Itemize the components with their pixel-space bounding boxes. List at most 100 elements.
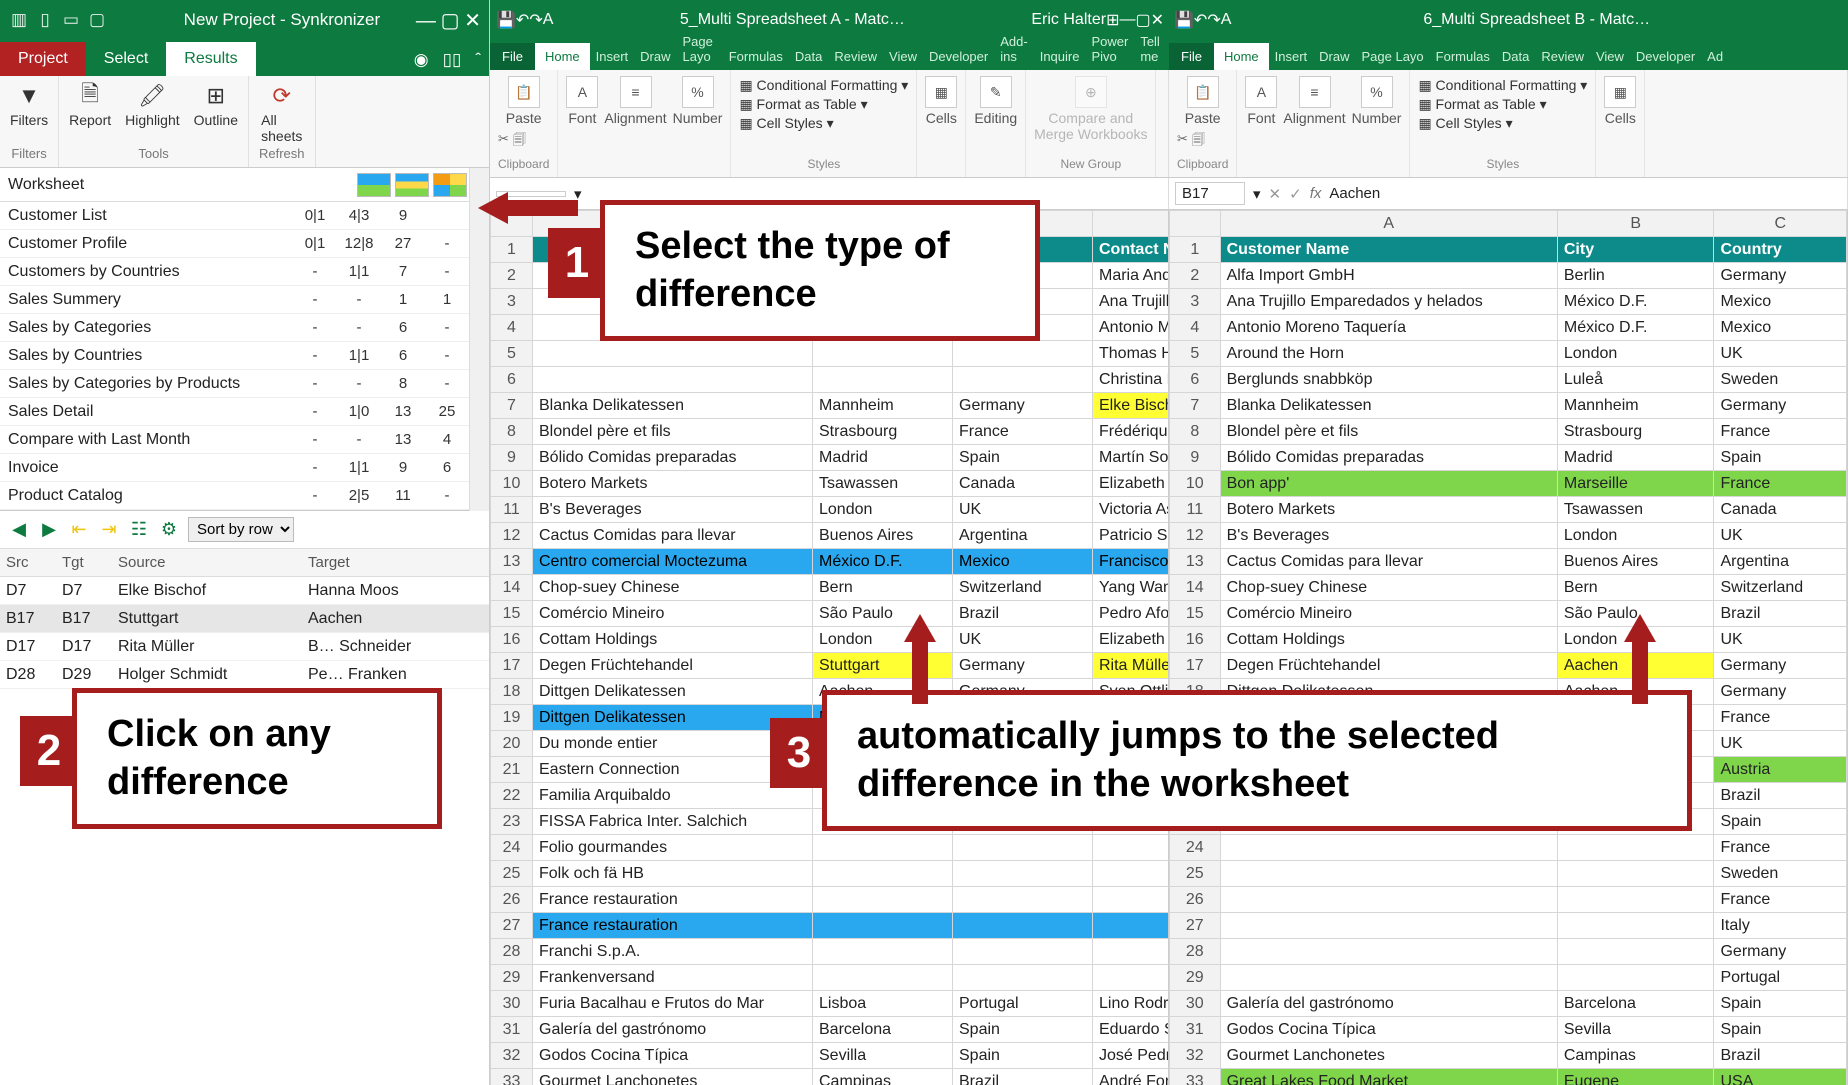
table-row[interactable]: 17 Degen Früchtehandel Stuttgart Germany…: [491, 653, 1170, 679]
table-row[interactable]: 2 Alfa Import GmbH Berlin Germany: [1170, 263, 1847, 289]
save-icon[interactable]: 💾: [496, 10, 516, 30]
table-row[interactable]: 9 Bólido Comidas preparadas Madrid Spain: [1170, 445, 1847, 471]
table-row[interactable]: 28 Franchi S.p.A.: [491, 939, 1170, 965]
tab-select[interactable]: Select: [86, 42, 166, 76]
table-row[interactable]: 17 Degen Früchtehandel Aachen Germany: [1170, 653, 1847, 679]
cut-icon[interactable]: ✂: [498, 131, 509, 153]
format-table-button[interactable]: ▦ Format as Table ▾: [739, 95, 908, 114]
worksheet-row[interactable]: Sales by Countries-1|16-: [0, 342, 469, 370]
layout-3-icon[interactable]: ▭: [60, 9, 82, 31]
excel-tab[interactable]: Draw: [634, 43, 676, 70]
table-row[interactable]: 24 Folio gourmandes: [491, 835, 1170, 861]
table-row[interactable]: 11 B's Beverages London UK Victoria Ashw…: [491, 497, 1170, 523]
excel-tab[interactable]: View: [1590, 43, 1630, 70]
redo-b-icon[interactable]: ↷: [1207, 10, 1220, 30]
diff-row[interactable]: D17D17Rita MüllerB… Schneider: [0, 633, 489, 661]
cond-format-button[interactable]: ▦ Conditional Formatting ▾: [739, 76, 908, 95]
allsheets-button[interactable]: ⟳All sheets: [261, 82, 302, 144]
worksheet-row[interactable]: Invoice-1|196: [0, 454, 469, 482]
table-row[interactable]: 12 B's Beverages London UK: [1170, 523, 1847, 549]
help-icon[interactable]: ◉: [414, 50, 429, 70]
table-row[interactable]: 5 Thomas Hardy: [491, 341, 1170, 367]
excel-tab[interactable]: Review: [1535, 43, 1590, 70]
table-row[interactable]: 26 France: [1170, 887, 1847, 913]
table-row[interactable]: 13 Cactus Comidas para llevar Buenos Air…: [1170, 549, 1847, 575]
excel-tab[interactable]: Home: [535, 43, 590, 70]
sort-select[interactable]: Sort by row: [188, 517, 294, 542]
save-b-icon[interactable]: 💾: [1174, 10, 1194, 30]
undo-b-icon[interactable]: ↶: [1194, 10, 1207, 30]
excel-tab[interactable]: Inquire: [1034, 43, 1086, 70]
excel-tab[interactable]: Page Layo: [677, 28, 723, 70]
table-row[interactable]: 12 Cactus Comidas para llevar Buenos Air…: [491, 523, 1170, 549]
table-row[interactable]: 8 Blondel père et fils Strasbourg France: [1170, 419, 1847, 445]
table-row[interactable]: 31 Godos Cocina Típica Sevilla Spain: [1170, 1017, 1847, 1043]
copy-icon[interactable]: 🗐: [513, 131, 526, 153]
cell-styles-button[interactable]: ▦ Cell Styles ▾: [739, 114, 908, 133]
worksheet-row[interactable]: Sales Summery--11: [0, 286, 469, 314]
worksheet-row[interactable]: Sales by Categories by Products--8-: [0, 370, 469, 398]
excel-tab[interactable]: Formulas: [723, 43, 789, 70]
table-row[interactable]: 6 Berglunds snabbköp Luleå Sweden: [1170, 367, 1847, 393]
alignment-group[interactable]: ≡Alignment: [604, 76, 666, 126]
prev-diff-icon[interactable]: ◀: [8, 519, 30, 540]
maximize-icon[interactable]: ▢: [441, 10, 460, 32]
table-row[interactable]: 7 Blanka Delikatessen Mannheim Germany: [1170, 393, 1847, 419]
minimize-icon[interactable]: —: [416, 10, 436, 32]
maximize-a-icon[interactable]: ▢: [1135, 10, 1150, 30]
font-group[interactable]: AFont: [566, 76, 598, 126]
dropdown-b-icon[interactable]: ▾: [1253, 185, 1261, 203]
format-table-button[interactable]: ▦ Format as Table ▾: [1418, 95, 1587, 114]
table-row[interactable]: 5 Around the Horn London UK: [1170, 341, 1847, 367]
table-row[interactable]: 25 Folk och fä HB: [491, 861, 1170, 887]
number-group[interactable]: %Number: [1352, 76, 1402, 126]
minimize-a-icon[interactable]: —: [1119, 11, 1135, 29]
table-row[interactable]: 13 Centro comercial Moctezuma México D.F…: [491, 549, 1170, 575]
table-row[interactable]: 9 Bólido Comidas preparadas Madrid Spain…: [491, 445, 1170, 471]
excel-tab[interactable]: View: [883, 43, 923, 70]
excel-tab[interactable]: Data: [1496, 43, 1535, 70]
cell-styles-button[interactable]: ▦ Cell Styles ▾: [1418, 114, 1587, 133]
table-row[interactable]: 4 Antonio Moreno Taquería México D.F. Me…: [1170, 315, 1847, 341]
alignment-group[interactable]: ≡Alignment: [1283, 76, 1345, 126]
outline-button[interactable]: ⊞Outline: [194, 82, 238, 128]
tab-results[interactable]: Results: [166, 42, 255, 76]
worksheet-row[interactable]: Customer Profile0|112|827-: [0, 230, 469, 258]
undo-icon[interactable]: ↶: [516, 10, 529, 30]
diff-row[interactable]: B17B17StuttgartAachen: [0, 605, 489, 633]
cond-format-button[interactable]: ▦ Conditional Formatting ▾: [1418, 76, 1587, 95]
table-row[interactable]: 15 Comércio Mineiro São Paulo Brazil: [1170, 601, 1847, 627]
excel-tab[interactable]: Formulas: [1430, 43, 1496, 70]
table-row[interactable]: 10 Botero Markets Tsawassen Canada Eliza…: [491, 471, 1170, 497]
table-row[interactable]: 28 Germany: [1170, 939, 1847, 965]
excel-tab[interactable]: Tell me: [1134, 28, 1169, 70]
excel-tab[interactable]: Draw: [1313, 43, 1355, 70]
copy-left-icon[interactable]: ⇤: [68, 519, 90, 540]
excel-tab[interactable]: Page Layo: [1356, 43, 1430, 70]
font-b-icon[interactable]: A: [1221, 11, 1232, 29]
layout-2-icon[interactable]: ▯: [34, 9, 56, 31]
window-min-icon[interactable]: ⊞: [1106, 10, 1119, 30]
excel-tab[interactable]: Review: [828, 43, 883, 70]
diff-settings-icon[interactable]: ⚙: [158, 519, 180, 540]
worksheet-row[interactable]: Compare with Last Month--134: [0, 426, 469, 454]
table-row[interactable]: 32 Godos Cocina Típica Sevilla Spain Jos…: [491, 1043, 1170, 1069]
paste-button[interactable]: 📋Paste: [1177, 76, 1228, 126]
excel-tab[interactable]: File: [1169, 43, 1214, 70]
cells-button[interactable]: ▦Cells: [1604, 76, 1636, 126]
table-row[interactable]: 30 Galería del gastrónomo Barcelona Spai…: [1170, 991, 1847, 1017]
table-row[interactable]: 31 Galería del gastrónomo Barcelona Spai…: [491, 1017, 1170, 1043]
copy-icon[interactable]: 🗐: [1192, 131, 1205, 153]
worksheet-row[interactable]: Customer List0|14|39: [0, 202, 469, 230]
cut-icon[interactable]: ✂: [1177, 131, 1188, 153]
diff-filter-icon[interactable]: ☷: [128, 519, 150, 540]
sheet-a[interactable]: CD1ryContact Name2 Maria Anders3 Ana Tru…: [490, 210, 1169, 1085]
close-icon[interactable]: ✕: [464, 10, 481, 32]
diff-type-rowcol-icon[interactable]: [357, 173, 391, 197]
diff-type-all-icon[interactable]: [433, 173, 467, 197]
table-row[interactable]: 29 Frankenversand: [491, 965, 1170, 991]
cells-button[interactable]: ▦Cells: [925, 76, 957, 126]
table-row[interactable]: 27 Italy: [1170, 913, 1847, 939]
table-row[interactable]: 25 Sweden: [1170, 861, 1847, 887]
highlight-button[interactable]: 🖍Highlight: [125, 82, 179, 128]
